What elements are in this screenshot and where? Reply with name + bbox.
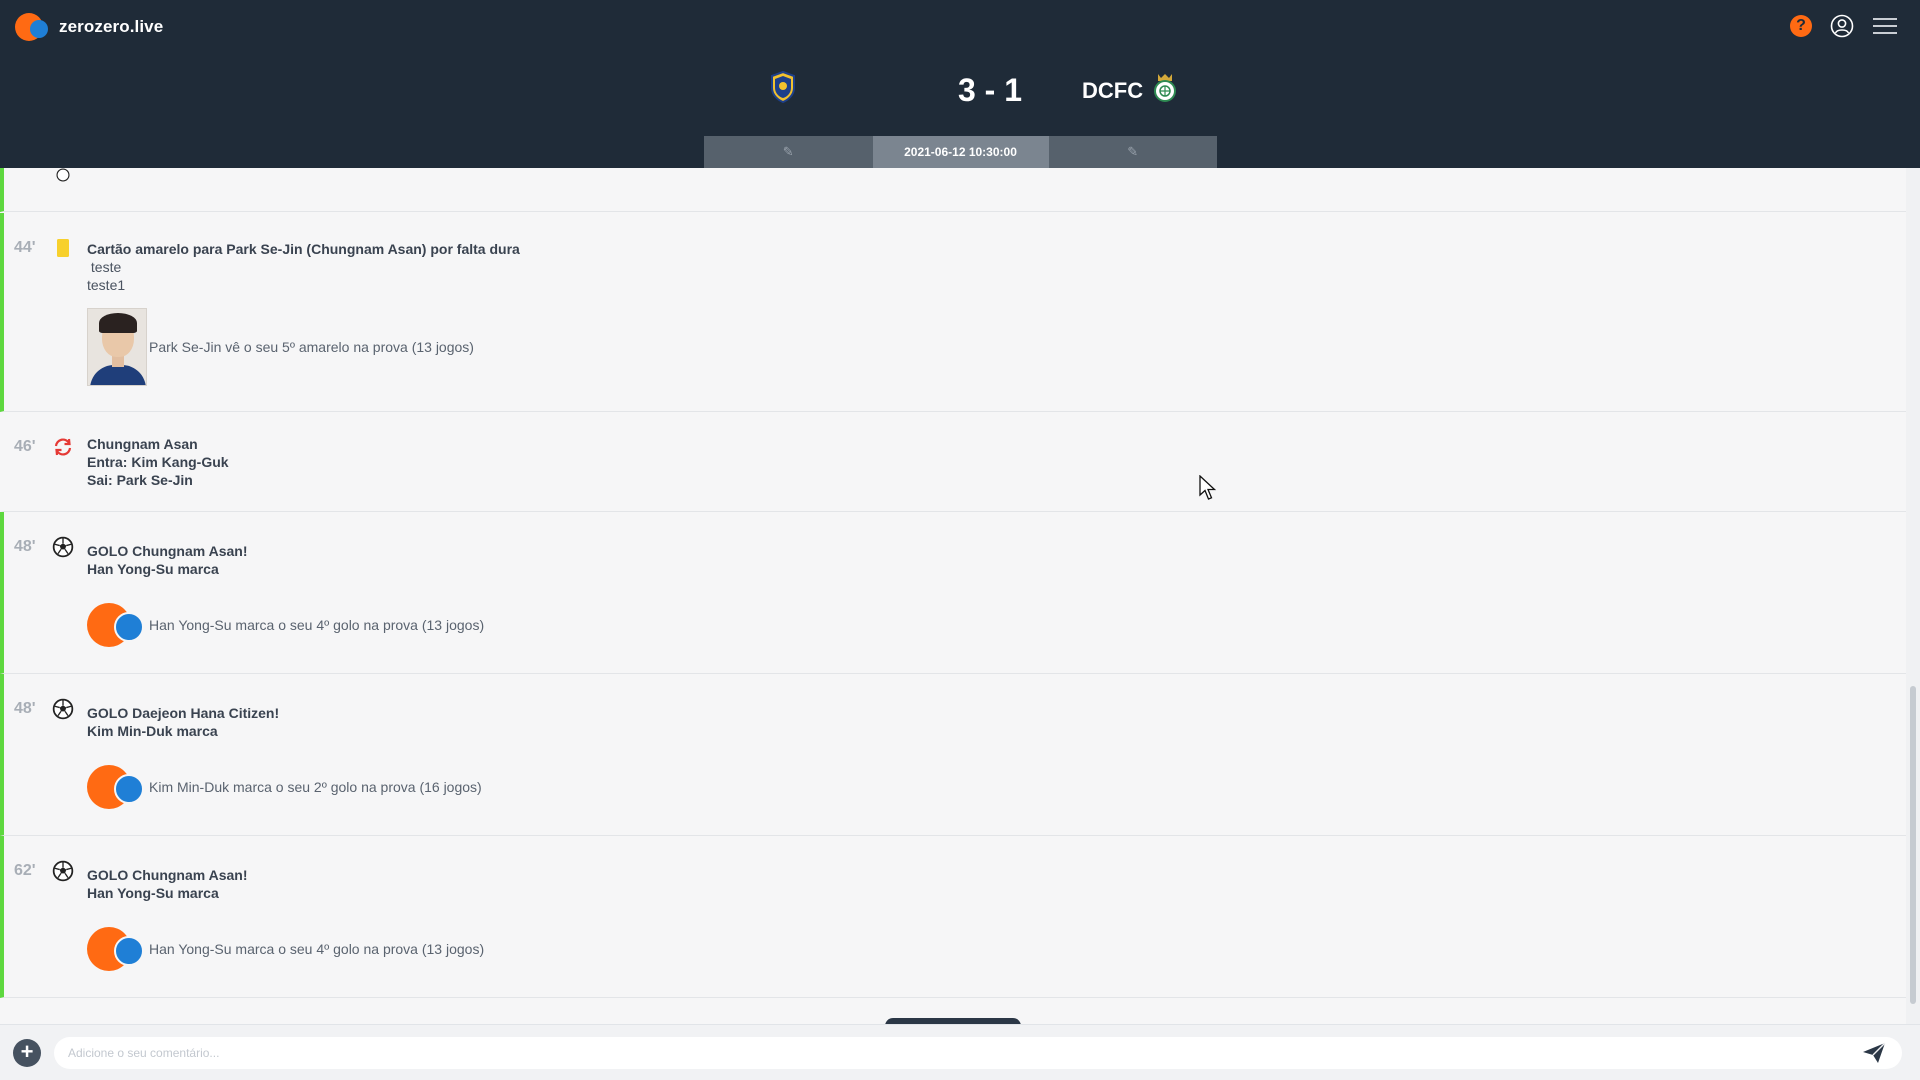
player-stat-text: Kim Min-Duk marca o seu 2º golo na prova… [149, 779, 482, 795]
help-icon[interactable]: ? [1790, 15, 1812, 37]
send-icon[interactable] [1860, 1039, 1888, 1067]
event-item: 62' GOLO Chungnam Asan! Han Yong-Su marc… [0, 836, 1906, 998]
player-stat: Kim Min-Duk marca o seu 2º golo na prova… [87, 764, 482, 810]
event-item: 46' Chungnam Asan Entra: Kim Kang-Guk Sa… [0, 412, 1906, 512]
match-datetime: 2021-06-12 10:30:00 [872, 136, 1049, 168]
event-title: Cartão amarelo para Park Se-Jin (Chungna… [87, 241, 520, 257]
match-score: 3 - 1 [957, 72, 1023, 108]
event-title: GOLO Chungnam Asan! [87, 867, 248, 883]
player-stat: Park Se-Jin vê o seu 5º amarelo na prova… [87, 308, 520, 386]
edit-home-tab[interactable]: ✎ [704, 136, 873, 168]
yellow-card-icon [52, 237, 74, 259]
player-placeholder-icon [87, 764, 147, 810]
sub-in-line: Entra: Kim Kang-Guk [87, 454, 229, 470]
edit-away-tab[interactable]: ✎ [1048, 136, 1217, 168]
sub-out-line: Sai: Park Se-Jin [87, 472, 193, 488]
event-minute: 62' [14, 862, 36, 879]
goal-ball-icon [52, 698, 74, 720]
header-actions: ? [1790, 14, 1898, 38]
user-account-icon[interactable] [1830, 14, 1854, 38]
player-stat: Han Yong-Su marca o seu 4º golo na prova… [87, 926, 484, 972]
player-placeholder-icon [87, 926, 147, 972]
scorer-line: Han Yong-Su marca [87, 885, 219, 901]
player-stat-text: Han Yong-Su marca o seu 4º golo na prova… [149, 941, 485, 957]
event-title: Chungnam Asan [87, 436, 198, 452]
live-events-feed[interactable]: 44' Cartão amarelo para Park Se-Jin (Chu… [0, 168, 1906, 1024]
player-stat: Han Yong-Su marca o seu 4º golo na prova… [87, 602, 484, 648]
event-title: GOLO Daejeon Hana Citizen! [87, 705, 280, 721]
event-item: 48' GOLO Daejeon Hana Citizen! Kim Min-D… [0, 674, 1906, 836]
event-minute: 48' [14, 538, 36, 555]
goal-ball-icon [52, 536, 74, 558]
event-title: GOLO Chungnam Asan! [87, 543, 248, 559]
event-minute: 48' [14, 700, 36, 717]
goal-ball-icon [52, 168, 74, 186]
event-note: teste1 [87, 277, 126, 293]
substitution-icon [52, 436, 74, 458]
comment-input[interactable] [54, 1037, 1902, 1069]
scorer-line: Han Yong-Su marca [87, 561, 219, 577]
event-item: 44' Cartão amarelo para Park Se-Jin (Chu… [0, 213, 1906, 412]
match-tabbar: ✎ 2021-06-12 10:30:00 ✎ [704, 136, 1217, 168]
feed-scrollbar[interactable] [1906, 168, 1920, 1024]
goal-ball-icon [52, 860, 74, 882]
event-note: teste [87, 259, 122, 275]
player-photo[interactable] [87, 308, 147, 386]
scoreboard: 3 - 1 DCFC [0, 70, 1920, 110]
hamburger-menu-icon[interactable] [1872, 15, 1898, 37]
player-stat-text: Park Se-Jin vê o seu 5º amarelo na prova… [149, 339, 474, 355]
add-attachment-button[interactable]: + [13, 1039, 41, 1067]
away-team-name[interactable]: DCFC [1082, 78, 1143, 104]
player-stat-text: Han Yong-Su marca o seu 4º golo na prova… [149, 617, 485, 633]
event-item [0, 168, 1906, 212]
away-team-crest-icon[interactable] [1153, 72, 1177, 104]
logo-mark-icon [15, 13, 51, 41]
event-minute: 46' [14, 438, 36, 455]
site-logo[interactable]: zerozero.live [15, 13, 163, 41]
player-placeholder-icon [87, 602, 147, 648]
scorer-line: Kim Min-Duk marca [87, 723, 218, 739]
home-team-crest-icon[interactable] [770, 70, 796, 104]
event-item: 48' GOLO Chungnam Asan! Han Yong-Su marc… [0, 512, 1906, 674]
pencil-icon: ✎ [782, 144, 794, 159]
logo-text: zerozero.live [59, 17, 164, 36]
comment-bar: + [0, 1024, 1920, 1080]
match-header: zerozero.live ? 3 - 1 DCFC ✎ 2021-06-12 … [0, 0, 1920, 168]
event-minute: 44' [14, 239, 36, 256]
mouse-cursor-icon [1199, 475, 1217, 500]
pencil-icon: ✎ [1127, 144, 1139, 159]
scrollbar-thumb[interactable] [1910, 686, 1916, 1004]
